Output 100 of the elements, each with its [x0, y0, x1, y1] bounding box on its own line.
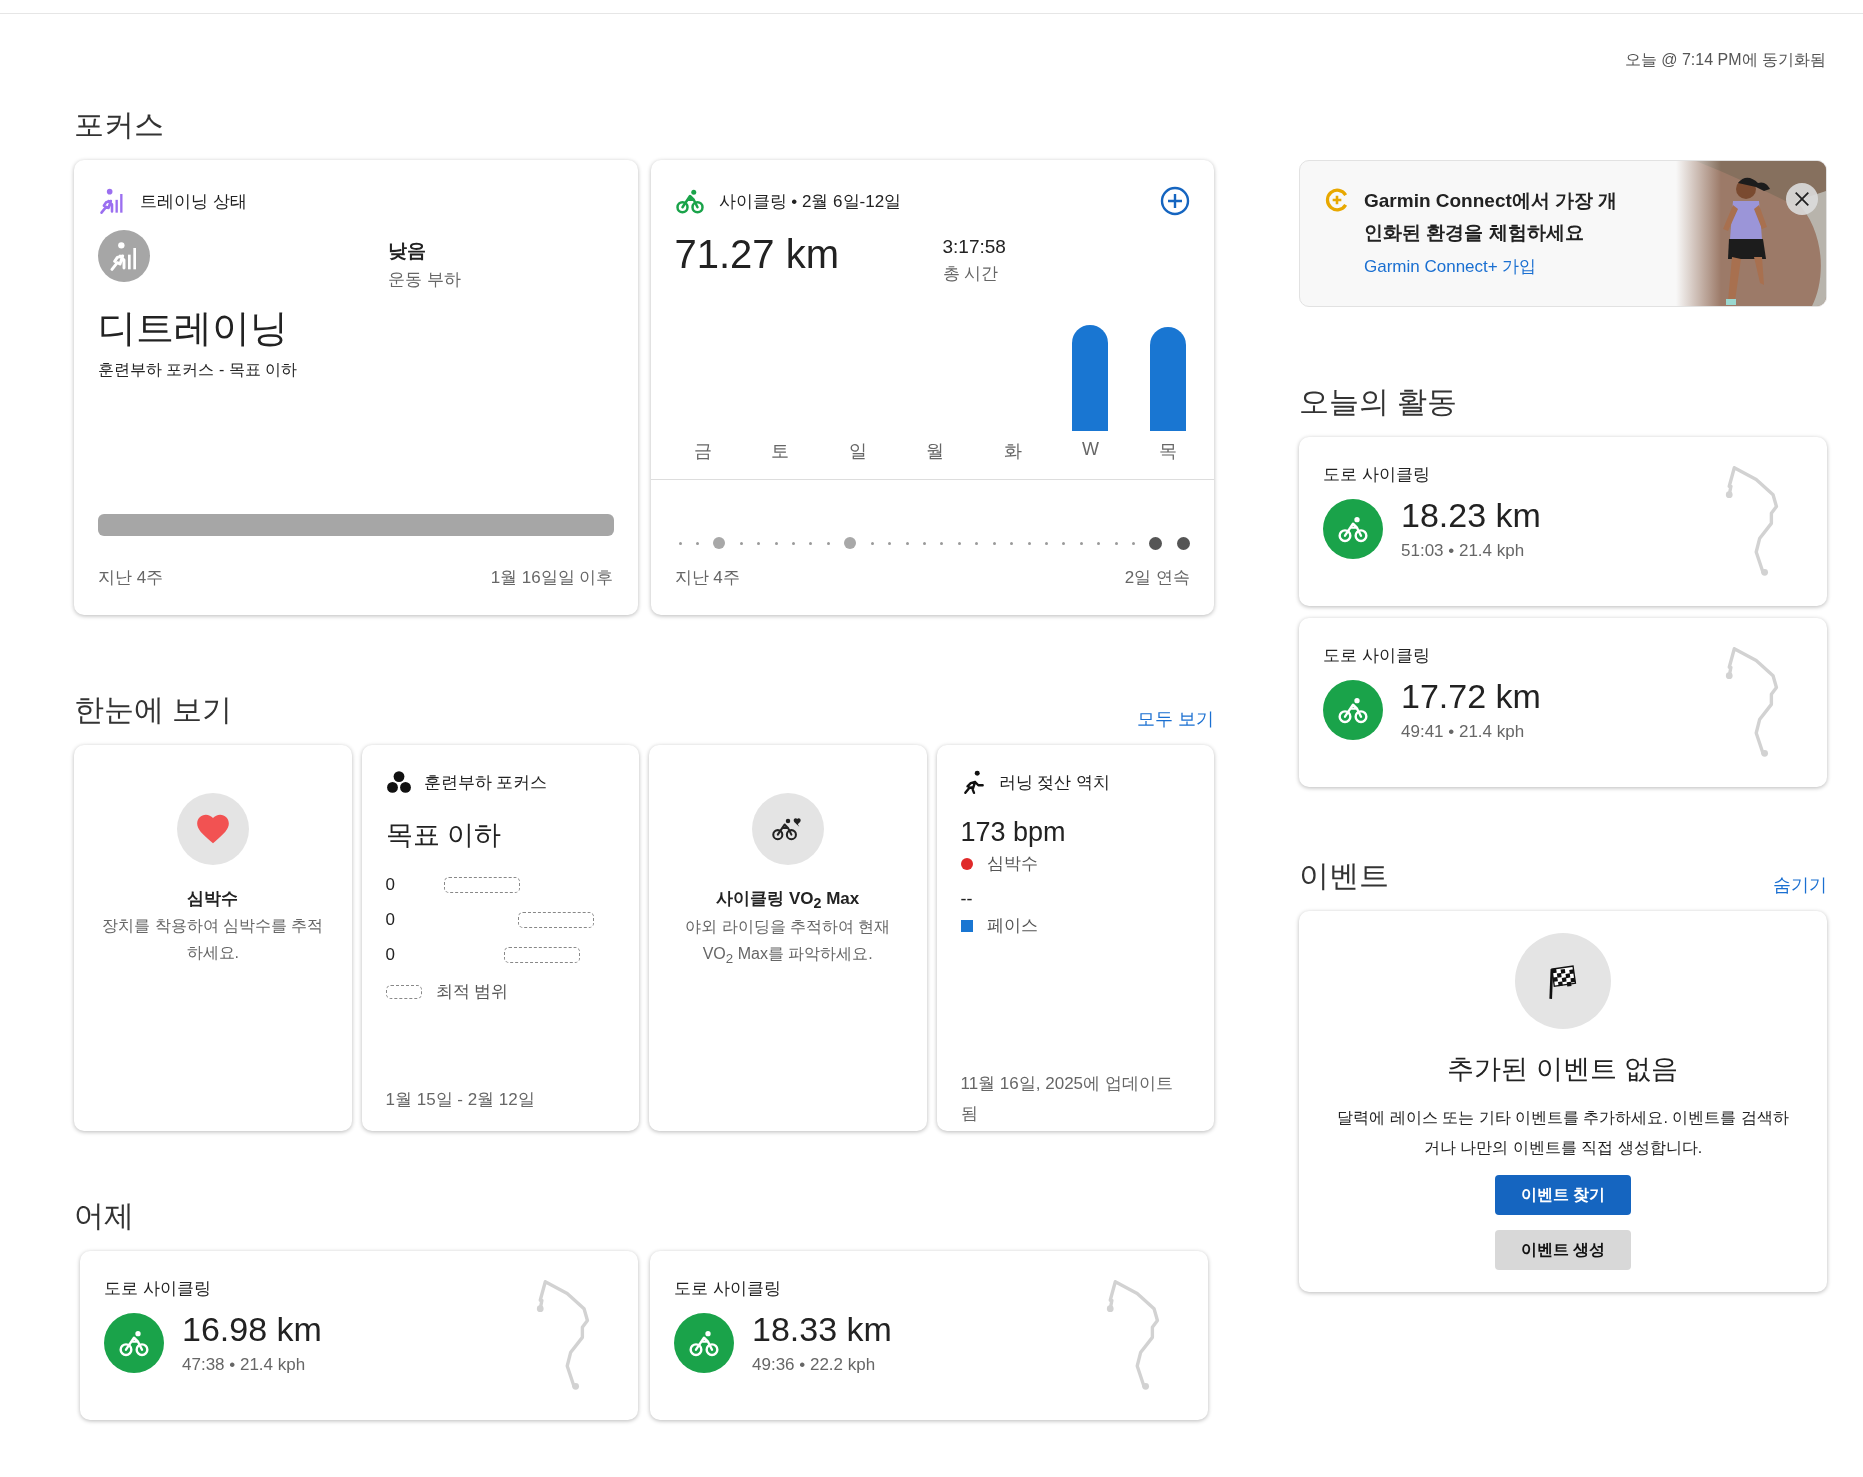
dot-icon [960, 857, 973, 870]
streak-dot [905, 541, 909, 545]
streak-dot [1132, 541, 1136, 545]
section-link[interactable]: 모두 보기 [1137, 707, 1214, 731]
close-icon [1793, 190, 1811, 208]
card-title: 사이클링 • 2월 6일-12일 [718, 190, 902, 213]
empty-events-text: 달력에 레이스 또는 기타 이벤트를 추가하세요. 이벤트를 검색하거나 나만의 이벤트를 직접 생성합니다. [1336, 1108, 1790, 1158]
streak-dot [1027, 541, 1031, 545]
coin-icon [1324, 187, 1350, 213]
heart-rate-value: 173 bpm [960, 817, 1067, 848]
training-status-subtitle: 훈련부하 포커스 - 목표 이하 [98, 360, 299, 380]
streak-dot [1097, 541, 1101, 545]
total-time-value: 3:17:58 [942, 236, 1006, 258]
streak-dot [1176, 536, 1190, 550]
distance-value: 17.72 km [1401, 677, 1541, 716]
streak-dot [1149, 536, 1163, 550]
square-icon [960, 919, 973, 932]
streak-dot [757, 541, 761, 545]
updated-date: 11월 16일, 2025에 업데이트 됨 [960, 1073, 1174, 1125]
signup-link[interactable]: Garmin Connect+ 가입 [1364, 255, 1537, 278]
activity-summary: 49:36 • 22.2 kph [752, 1355, 877, 1375]
activity-card[interactable]: 도로 사이클링 16.98 km 47:38 • 21.4 kph [80, 1251, 638, 1420]
activity-card[interactable]: 도로 사이클링 18.23 km 51:03 • 21.4 kph [1299, 437, 1827, 606]
activity-card[interactable]: 도로 사이클링 18.33 km 49:36 • 22.2 kph [650, 1251, 1208, 1420]
activity-type: 도로 사이클링 [1323, 464, 1431, 486]
day-label: 목 [1158, 440, 1177, 463]
streak-dot [923, 541, 926, 545]
streak-dot [792, 541, 796, 545]
legend-label: 심박수 [986, 853, 1038, 875]
day-label: W [1081, 439, 1099, 460]
range-start-label: 지난 4주 [674, 567, 740, 589]
legend-label: 페이스 [986, 915, 1038, 937]
streak-dot [826, 541, 830, 545]
section-heading: 한눈에 보기 [74, 692, 233, 728]
activity-type: 도로 사이클링 [104, 1278, 212, 1300]
section-heading: 이벤트 [1299, 858, 1389, 894]
card-title: 러닝 젖산 역치 [998, 771, 1110, 794]
date-range: 1월 15일 - 2월 12일 [385, 1089, 536, 1111]
distance-value: 18.23 km [1401, 496, 1541, 535]
load-value: 0 [385, 944, 395, 965]
section-heading: 어제 [74, 1198, 134, 1234]
streak-dot [844, 537, 857, 549]
streak-dot [774, 541, 778, 545]
training-status-value: 디트레이닝 [98, 306, 289, 351]
card-title: 트레이닝 상태 [140, 190, 247, 213]
legend-swatch [385, 984, 422, 999]
activity-summary: 49:41 • 21.4 kph [1401, 722, 1526, 742]
streak-dot [888, 541, 892, 545]
range-end-label: 1월 16일일 이후 [490, 567, 614, 589]
distance-value: 18.33 km [752, 1310, 892, 1349]
activity-summary: 51:03 • 21.4 kph [1401, 541, 1526, 561]
day-label: 화 [1003, 440, 1022, 463]
empty-events-title: 추가된 이벤트 없음 [1447, 1053, 1679, 1086]
streak-dot [678, 541, 682, 545]
find-events-button[interactable]: 이벤트 찾기 [1495, 1175, 1631, 1215]
streak-dot [1010, 541, 1014, 545]
streak-dot [870, 541, 874, 545]
streak-dot [713, 537, 726, 549]
streak-dot [695, 541, 699, 545]
card-title: 훈련부하 포커스 [423, 771, 548, 794]
range-start-label: 지난 4주 [98, 567, 164, 589]
day-label: 월 [926, 440, 945, 463]
activity-card[interactable]: 도로 사이클링 17.72 km 49:41 • 21.4 kph [1299, 618, 1827, 787]
section-link[interactable]: 숨기기 [1773, 873, 1827, 897]
card-title: 심박수 [187, 888, 239, 910]
pace-value: -- [960, 889, 974, 910]
total-time-label: 총 시간 [942, 263, 1000, 285]
streak-dot [940, 541, 944, 545]
activity-type: 도로 사이클링 [1323, 645, 1431, 667]
distance-value: 71.27 km [674, 232, 841, 278]
streak-dot [1079, 541, 1083, 545]
streak-dot [1114, 541, 1118, 545]
training-status-icon [98, 187, 126, 215]
card-title: 사이클링 VO$_{2}$ Max [716, 888, 860, 912]
activity-summary: 47:38 • 21.4 kph [182, 1355, 307, 1375]
training-status-icon [98, 230, 150, 282]
sync-status: 오늘 @ 7:14 PM에 동기화됨 [1623, 50, 1827, 70]
add-icon[interactable] [1160, 186, 1190, 216]
streak-dot [1044, 541, 1048, 545]
section-heading: 포커스 [74, 107, 164, 143]
streak-dot [1062, 541, 1066, 545]
distance-value: 16.98 km [182, 1310, 322, 1349]
activity-type: 도로 사이클링 [674, 1278, 782, 1300]
create-event-button[interactable]: 이벤트 생성 [1495, 1230, 1631, 1270]
load-focus-value: 목표 이하 [385, 819, 502, 852]
promo-title: Garmin Connect에서 가장 개인화된 환경을 체험하세요 [1364, 189, 1619, 245]
day-label: 금 [693, 440, 712, 463]
load-value: 낮음 [388, 239, 427, 263]
three-circles-icon [385, 769, 412, 795]
day-label: 토 [771, 440, 790, 463]
card-description: 장치를 착용하여 심박수를 추적하세요. [101, 916, 325, 963]
streak-dot [992, 541, 996, 545]
section-heading: 오늘의 활동 [1299, 384, 1458, 420]
streak-dot [957, 541, 961, 545]
streak-dot [809, 541, 813, 545]
day-label: 일 [848, 440, 867, 463]
load-label: 운동 부하 [388, 269, 461, 291]
card-description: 야외 라이딩을 추적하여 현재 VO$_{2}$ Max를 파악하세요. [684, 917, 892, 969]
streak-dot [975, 541, 979, 545]
load-value: 0 [385, 909, 395, 930]
